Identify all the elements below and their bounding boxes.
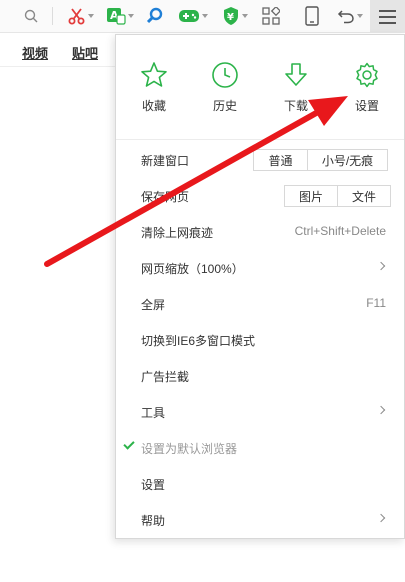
apps-grid-icon[interactable] bbox=[262, 4, 280, 28]
quick-settings-label: 设置 bbox=[354, 99, 379, 113]
nav-link-tieba[interactable]: 贴吧 bbox=[72, 43, 98, 62]
save-as-image-button[interactable]: 图片 bbox=[285, 186, 337, 206]
new-window-incognito-button[interactable]: 小号/无痕 bbox=[307, 150, 387, 170]
gear-icon bbox=[356, 62, 378, 88]
menu-item-help[interactable]: 帮助 bbox=[116, 502, 404, 538]
quick-download-label: 下载 bbox=[283, 99, 308, 113]
menu-item-label: 设置 bbox=[141, 478, 166, 492]
game-controller-icon[interactable] bbox=[178, 4, 208, 28]
menu-item-zoom[interactable]: 网页缩放（100%） bbox=[116, 250, 404, 286]
menu-item-new-window[interactable]: 新建窗口 普通 小号/无痕 bbox=[116, 142, 404, 178]
menu-item-label: 新建窗口 bbox=[141, 154, 190, 168]
menu-item-save-page[interactable]: 保存网页 图片 文件 bbox=[116, 178, 404, 214]
menu-item-adblock[interactable]: 广告拦截 bbox=[116, 358, 404, 394]
menu-item-label: 工具 bbox=[141, 406, 166, 420]
nav-link-video[interactable]: 视频 bbox=[22, 43, 48, 62]
main-menu-popup: 收藏 历史 下载 设置 新建窗口 普通 小号/无痕 保存网页 图片 文件 清除上… bbox=[115, 34, 405, 539]
menu-item-fullscreen[interactable]: 全屏 F11 bbox=[116, 286, 404, 322]
undo-icon[interactable] bbox=[337, 4, 363, 28]
menu-item-shortcut: Ctrl+Shift+Delete bbox=[294, 224, 386, 238]
menu-item-label: 广告拦截 bbox=[141, 370, 190, 384]
menu-item-shortcut: F11 bbox=[366, 296, 386, 310]
menu-item-ie6-mode[interactable]: 切换到IE6多窗口模式 bbox=[116, 322, 404, 358]
quick-history-label: 历史 bbox=[212, 99, 237, 113]
main-menu-button[interactable] bbox=[370, 0, 405, 33]
star-icon bbox=[141, 62, 167, 87]
menu-item-default-browser[interactable]: 设置为默认浏览器 bbox=[116, 430, 404, 466]
quick-download[interactable]: 下载 bbox=[266, 61, 326, 114]
chevron-right-icon bbox=[376, 513, 386, 523]
menu-item-tools[interactable]: 工具 bbox=[116, 394, 404, 430]
quick-history[interactable]: 历史 bbox=[195, 61, 255, 114]
clock-icon bbox=[212, 62, 238, 88]
menu-item-clear-traces[interactable]: 清除上网痕迹 Ctrl+Shift+Delete bbox=[116, 214, 404, 250]
menu-item-label: 网页缩放（100%） bbox=[141, 262, 244, 276]
screenshot-scissors-icon[interactable] bbox=[68, 4, 94, 28]
checkmark-icon bbox=[123, 438, 135, 450]
menu-item-label: 切换到IE6多窗口模式 bbox=[141, 334, 256, 348]
download-icon bbox=[285, 63, 307, 86]
quick-favorites-label: 收藏 bbox=[141, 99, 166, 113]
menu-item-label: 设置为默认浏览器 bbox=[141, 442, 238, 456]
chevron-right-icon bbox=[376, 405, 386, 415]
menu-item-settings[interactable]: 设置 bbox=[116, 466, 404, 502]
chevron-right-icon bbox=[376, 261, 386, 271]
new-window-options: 普通 小号/无痕 bbox=[253, 149, 388, 171]
mobile-phone-icon[interactable] bbox=[305, 4, 319, 28]
menu-item-label: 保存网页 bbox=[141, 190, 190, 204]
quick-settings[interactable]: 设置 bbox=[337, 61, 397, 114]
quick-favorites[interactable]: 收藏 bbox=[124, 61, 184, 114]
save-page-options: 图片 文件 bbox=[284, 185, 391, 207]
new-window-normal-button[interactable]: 普通 bbox=[254, 150, 307, 170]
browser-toolbar: A ¥ bbox=[0, 0, 405, 33]
search-icon[interactable] bbox=[24, 4, 38, 28]
translate-icon[interactable]: A bbox=[106, 4, 134, 28]
magnifier-icon[interactable] bbox=[146, 4, 164, 28]
menu-item-label: 帮助 bbox=[141, 514, 166, 528]
menu-item-label: 清除上网痕迹 bbox=[141, 226, 214, 240]
menu-item-label: 全屏 bbox=[141, 298, 166, 312]
quick-actions: 收藏 历史 下载 设置 bbox=[116, 35, 404, 140]
shield-yuan-icon[interactable]: ¥ bbox=[222, 4, 248, 28]
svg-text:¥: ¥ bbox=[227, 12, 234, 23]
save-as-file-button[interactable]: 文件 bbox=[337, 186, 390, 206]
toolbar-divider bbox=[52, 7, 53, 25]
